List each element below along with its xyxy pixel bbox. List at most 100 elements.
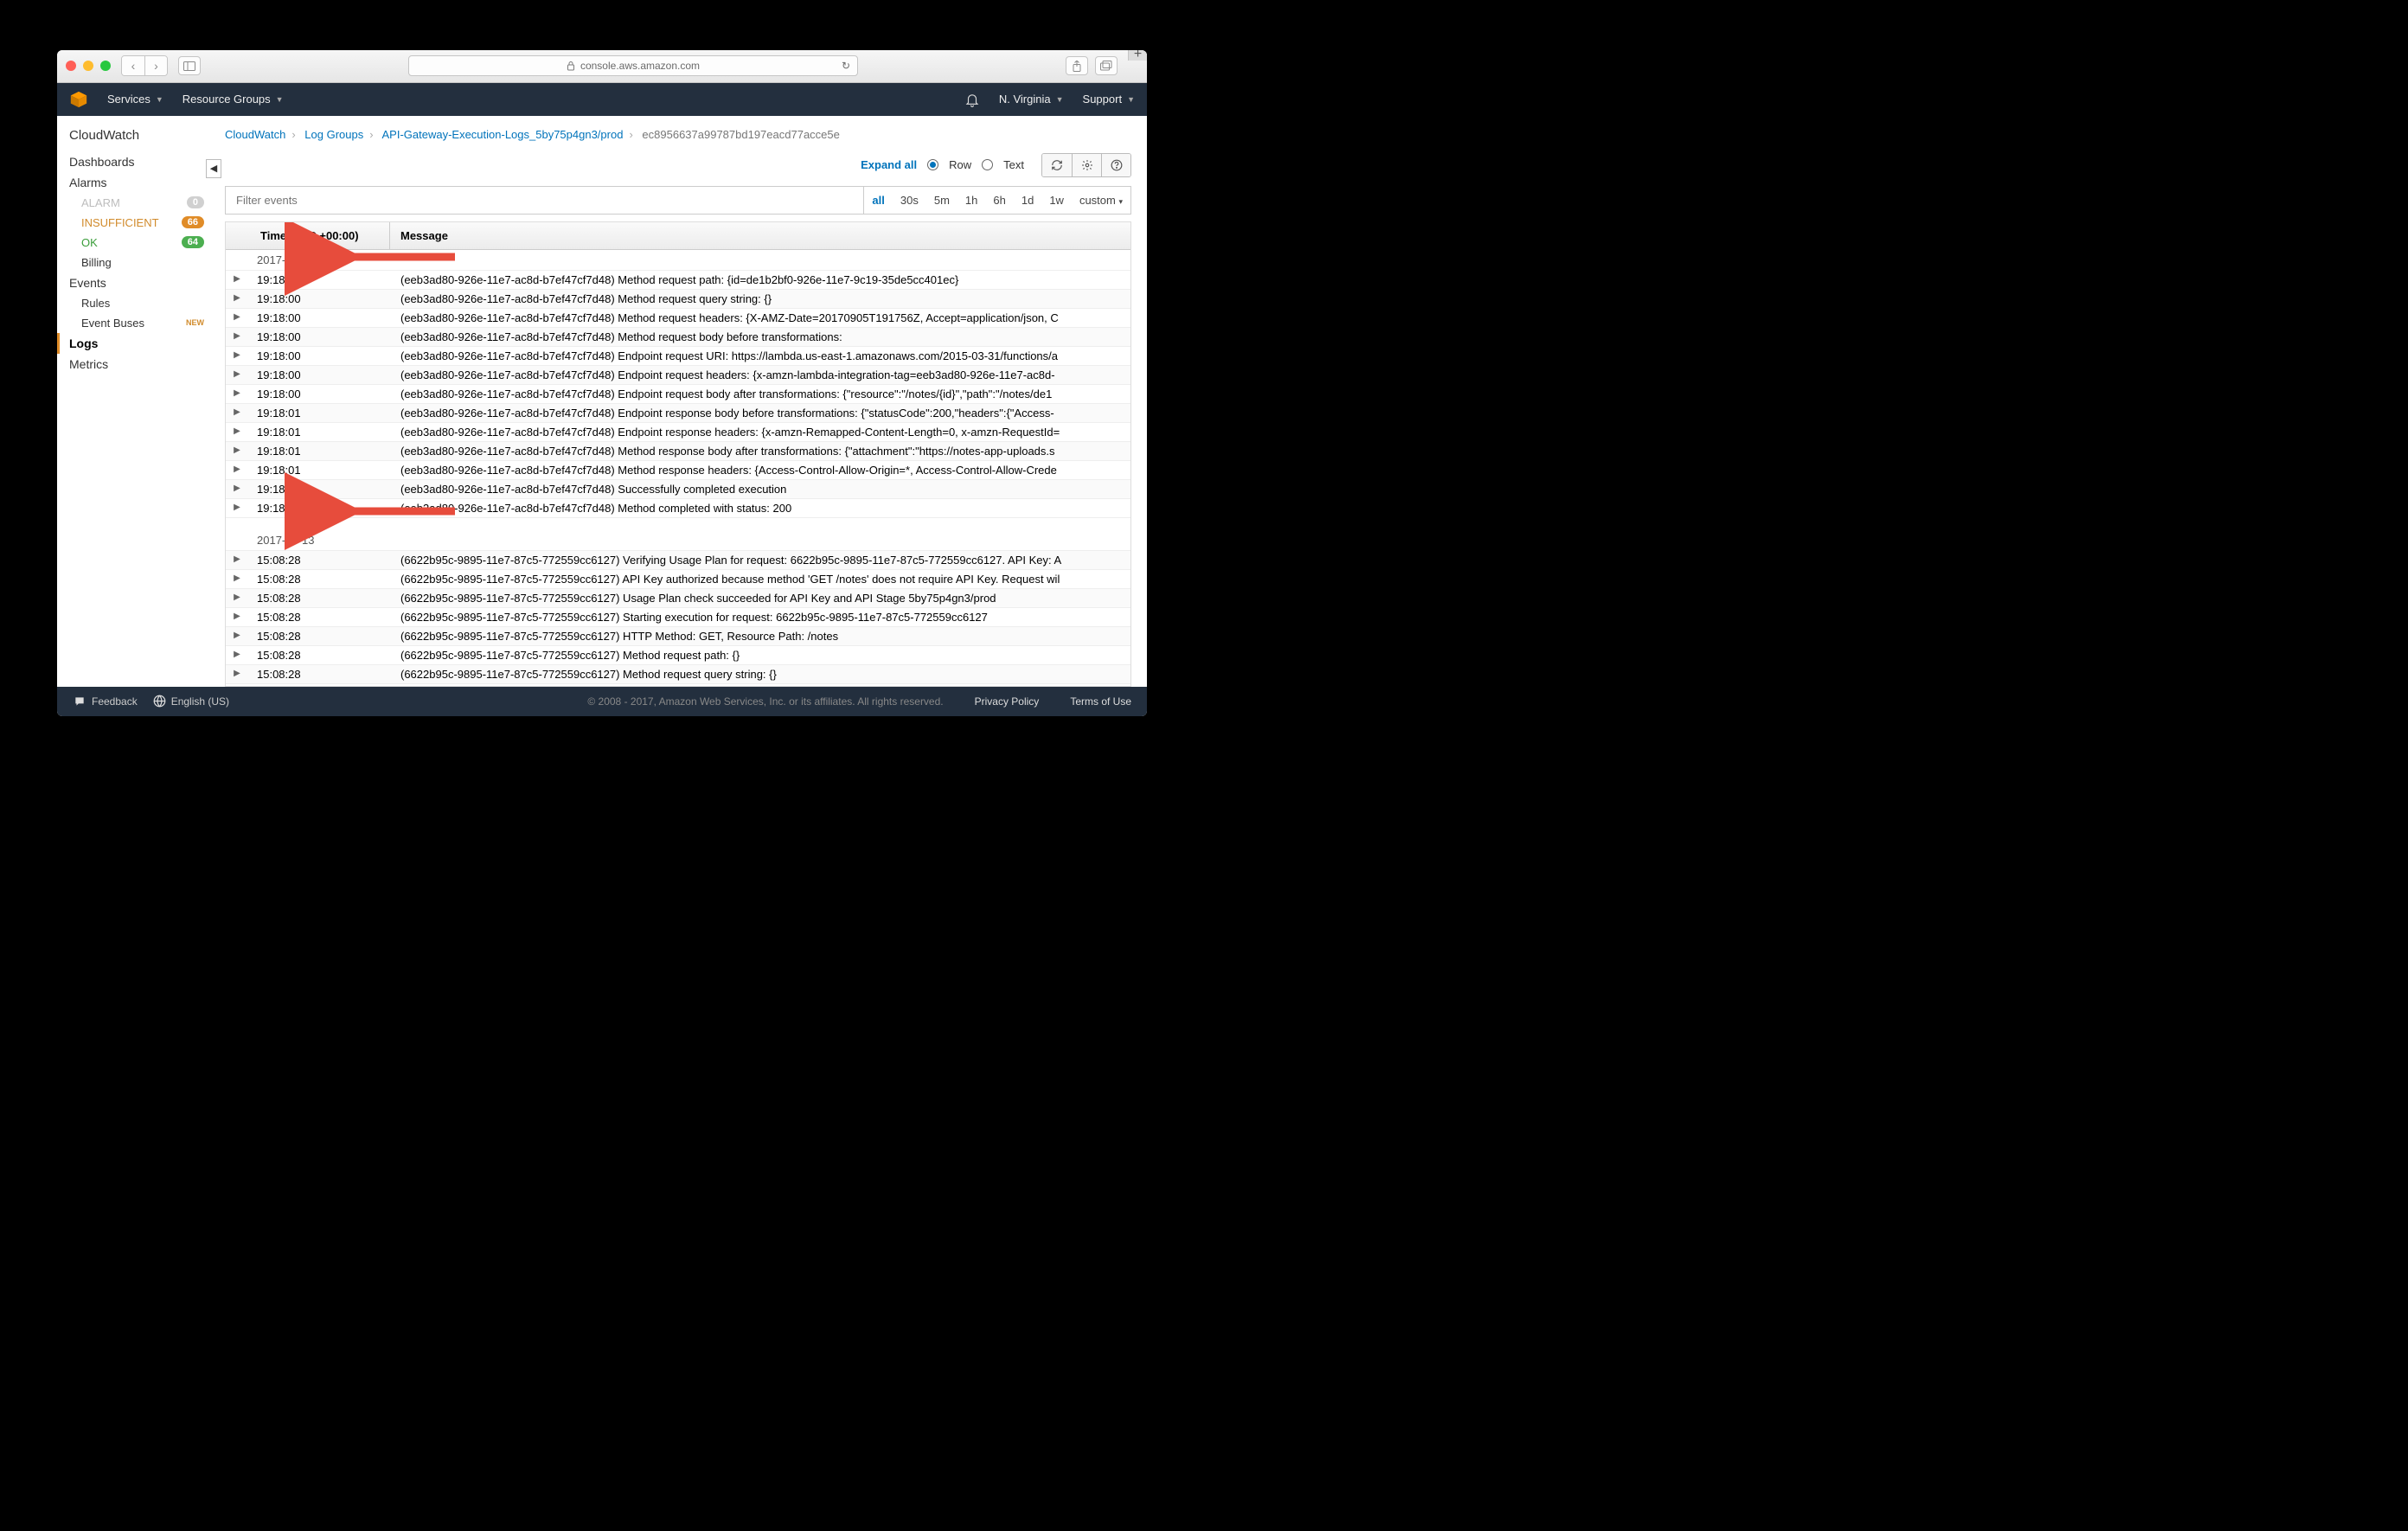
log-row[interactable]: ▶19:18:01(eeb3ad80-926e-11e7-ac8d-b7ef47… xyxy=(226,480,1130,499)
log-row[interactable]: ▶19:18:00(eeb3ad80-926e-11e7-ac8d-b7ef47… xyxy=(226,385,1130,404)
sidebar-item-metrics[interactable]: Metrics xyxy=(69,354,213,375)
log-row[interactable]: ▶15:08:28(6622b95c-9895-11e7-87c5-772559… xyxy=(226,646,1130,665)
log-row[interactable]: ▶19:18:01(eeb3ad80-926e-11e7-ac8d-b7ef47… xyxy=(226,499,1130,518)
log-row[interactable]: ▶19:18:00(eeb3ad80-926e-11e7-ac8d-b7ef47… xyxy=(226,366,1130,385)
log-row[interactable]: ▶15:08:28(6622b95c-9895-11e7-87c5-772559… xyxy=(226,627,1130,646)
sidebar-item-logs[interactable]: Logs xyxy=(57,333,213,354)
log-row[interactable]: ▶15:08:28(6622b95c-9895-11e7-87c5-772559… xyxy=(226,551,1130,570)
browser-titlebar: ‹ › console.aws.amazon.com ↻ + xyxy=(57,50,1147,83)
sidebar-item-event-buses[interactable]: Event BusesNEW xyxy=(69,313,213,333)
log-row[interactable]: ▶15:08:28(6622b95c-9895-11e7-87c5-772559… xyxy=(226,589,1130,608)
sidebar-item-billing[interactable]: Billing xyxy=(69,253,213,272)
new-tab-button[interactable]: + xyxy=(1128,50,1147,61)
log-row[interactable]: ▶19:18:00(eeb3ad80-926e-11e7-ac8d-b7ef47… xyxy=(226,271,1130,290)
col-message[interactable]: Message xyxy=(390,222,1130,249)
expand-icon[interactable]: ▶ xyxy=(226,570,248,588)
expand-icon[interactable]: ▶ xyxy=(226,499,248,517)
privacy-link[interactable]: Privacy Policy xyxy=(975,695,1040,708)
expand-icon[interactable]: ▶ xyxy=(226,480,248,498)
expand-icon[interactable]: ▶ xyxy=(226,271,248,289)
log-row[interactable]: ▶15:08:28(6622b95c-9895-11e7-87c5-772559… xyxy=(226,665,1130,684)
range-all[interactable]: all xyxy=(864,187,892,214)
range-1w[interactable]: 1w xyxy=(1041,187,1072,214)
log-row[interactable]: ▶19:18:00(eeb3ad80-926e-11e7-ac8d-b7ef47… xyxy=(226,347,1130,366)
log-message: (eeb3ad80-926e-11e7-ac8d-b7ef47cf7d48) M… xyxy=(390,328,1130,346)
crumb-log-group[interactable]: API-Gateway-Execution-Logs_5by75p4gn3/pr… xyxy=(381,128,623,141)
nav-region[interactable]: N. Virginia▼ xyxy=(999,93,1064,106)
sidebar-toggle-button[interactable] xyxy=(178,56,201,75)
expand-icon[interactable]: ▶ xyxy=(226,551,248,569)
sidebar-item-dashboards[interactable]: Dashboards xyxy=(69,151,213,172)
refresh-button[interactable] xyxy=(1042,154,1072,176)
log-row[interactable]: ▶19:18:00(eeb3ad80-926e-11e7-ac8d-b7ef47… xyxy=(226,309,1130,328)
expand-icon[interactable]: ▶ xyxy=(226,328,248,346)
bell-icon[interactable] xyxy=(964,92,980,107)
log-row[interactable]: ▶19:18:01(eeb3ad80-926e-11e7-ac8d-b7ef47… xyxy=(226,442,1130,461)
collapse-sidebar-button[interactable]: ◀ xyxy=(206,159,221,178)
log-time: 19:18:01 xyxy=(248,461,390,479)
expand-icon[interactable]: ▶ xyxy=(226,309,248,327)
range-6h[interactable]: 6h xyxy=(985,187,1013,214)
address-bar[interactable]: console.aws.amazon.com ↻ xyxy=(408,55,858,76)
expand-icon[interactable]: ▶ xyxy=(226,665,248,683)
col-time[interactable]: Time (UTC +00:00) xyxy=(226,222,390,249)
settings-button[interactable] xyxy=(1072,154,1101,176)
sidebar-item-rules[interactable]: Rules xyxy=(69,293,213,313)
expand-icon[interactable]: ▶ xyxy=(226,347,248,365)
expand-all-link[interactable]: Expand all xyxy=(861,158,917,171)
radio-row[interactable] xyxy=(927,159,938,170)
log-row[interactable]: ▶15:08:28(6622b95c-9895-11e7-87c5-772559… xyxy=(226,608,1130,627)
feedback-link[interactable]: Feedback xyxy=(73,695,138,708)
tabs-button[interactable] xyxy=(1095,56,1118,75)
nav-support[interactable]: Support▼ xyxy=(1083,93,1135,106)
range-1d[interactable]: 1d xyxy=(1014,187,1041,214)
log-row[interactable]: ▶19:18:01(eeb3ad80-926e-11e7-ac8d-b7ef47… xyxy=(226,404,1130,423)
forward-button[interactable]: › xyxy=(144,56,167,75)
range-5m[interactable]: 5m xyxy=(926,187,957,214)
sidebar-item-alarms[interactable]: Alarms xyxy=(69,172,213,193)
close-icon[interactable] xyxy=(66,61,76,71)
crumb-log-groups[interactable]: Log Groups xyxy=(304,128,363,141)
expand-icon[interactable]: ▶ xyxy=(226,646,248,664)
range-custom[interactable]: custom ▾ xyxy=(1072,187,1130,214)
expand-icon[interactable]: ▶ xyxy=(226,385,248,403)
log-row[interactable]: ▶19:18:00(eeb3ad80-926e-11e7-ac8d-b7ef47… xyxy=(226,290,1130,309)
sidebar-item-alarm[interactable]: ALARM0 xyxy=(69,193,213,213)
expand-icon[interactable]: ▶ xyxy=(226,461,248,479)
expand-icon[interactable]: ▶ xyxy=(226,290,248,308)
aws-logo-icon[interactable] xyxy=(69,90,88,109)
reload-icon[interactable]: ↻ xyxy=(842,60,850,72)
log-row[interactable]: ▶19:18:00(eeb3ad80-926e-11e7-ac8d-b7ef47… xyxy=(226,328,1130,347)
sidebar-item-ok[interactable]: OK64 xyxy=(69,233,213,253)
sidebar-item-events[interactable]: Events xyxy=(69,272,213,293)
back-button[interactable]: ‹ xyxy=(122,56,144,75)
expand-icon[interactable]: ▶ xyxy=(226,423,248,441)
log-time: 19:18:01 xyxy=(248,499,390,517)
log-row[interactable]: ▶19:18:01(eeb3ad80-926e-11e7-ac8d-b7ef47… xyxy=(226,461,1130,480)
log-row[interactable]: ▶19:18:01(eeb3ad80-926e-11e7-ac8d-b7ef47… xyxy=(226,423,1130,442)
log-message: (6622b95c-9895-11e7-87c5-772559cc6127) H… xyxy=(390,627,1130,645)
nav-services[interactable]: Services▼ xyxy=(107,93,163,106)
expand-icon[interactable]: ▶ xyxy=(226,608,248,626)
log-row[interactable]: ▶15:08:28(6622b95c-9895-11e7-87c5-772559… xyxy=(226,570,1130,589)
expand-icon[interactable]: ▶ xyxy=(226,627,248,645)
sidebar-title[interactable]: CloudWatch xyxy=(69,128,213,143)
expand-icon[interactable]: ▶ xyxy=(226,366,248,384)
range-1h[interactable]: 1h xyxy=(957,187,985,214)
radio-text[interactable] xyxy=(982,159,993,170)
expand-icon[interactable]: ▶ xyxy=(226,589,248,607)
filter-input[interactable] xyxy=(226,187,863,214)
language-selector[interactable]: English (US) xyxy=(153,695,229,708)
terms-link[interactable]: Terms of Use xyxy=(1070,695,1131,708)
share-button[interactable] xyxy=(1066,56,1088,75)
nav-resource-groups[interactable]: Resource Groups▼ xyxy=(183,93,284,106)
sidebar-item-insufficient[interactable]: INSUFFICIENT66 xyxy=(69,213,213,233)
log-message: (eeb3ad80-926e-11e7-ac8d-b7ef47cf7d48) E… xyxy=(390,366,1130,384)
maximize-icon[interactable] xyxy=(100,61,111,71)
minimize-icon[interactable] xyxy=(83,61,93,71)
help-button[interactable] xyxy=(1101,154,1130,176)
range-30s[interactable]: 30s xyxy=(893,187,926,214)
expand-icon[interactable]: ▶ xyxy=(226,442,248,460)
crumb-cloudwatch[interactable]: CloudWatch xyxy=(225,128,285,141)
expand-icon[interactable]: ▶ xyxy=(226,404,248,422)
